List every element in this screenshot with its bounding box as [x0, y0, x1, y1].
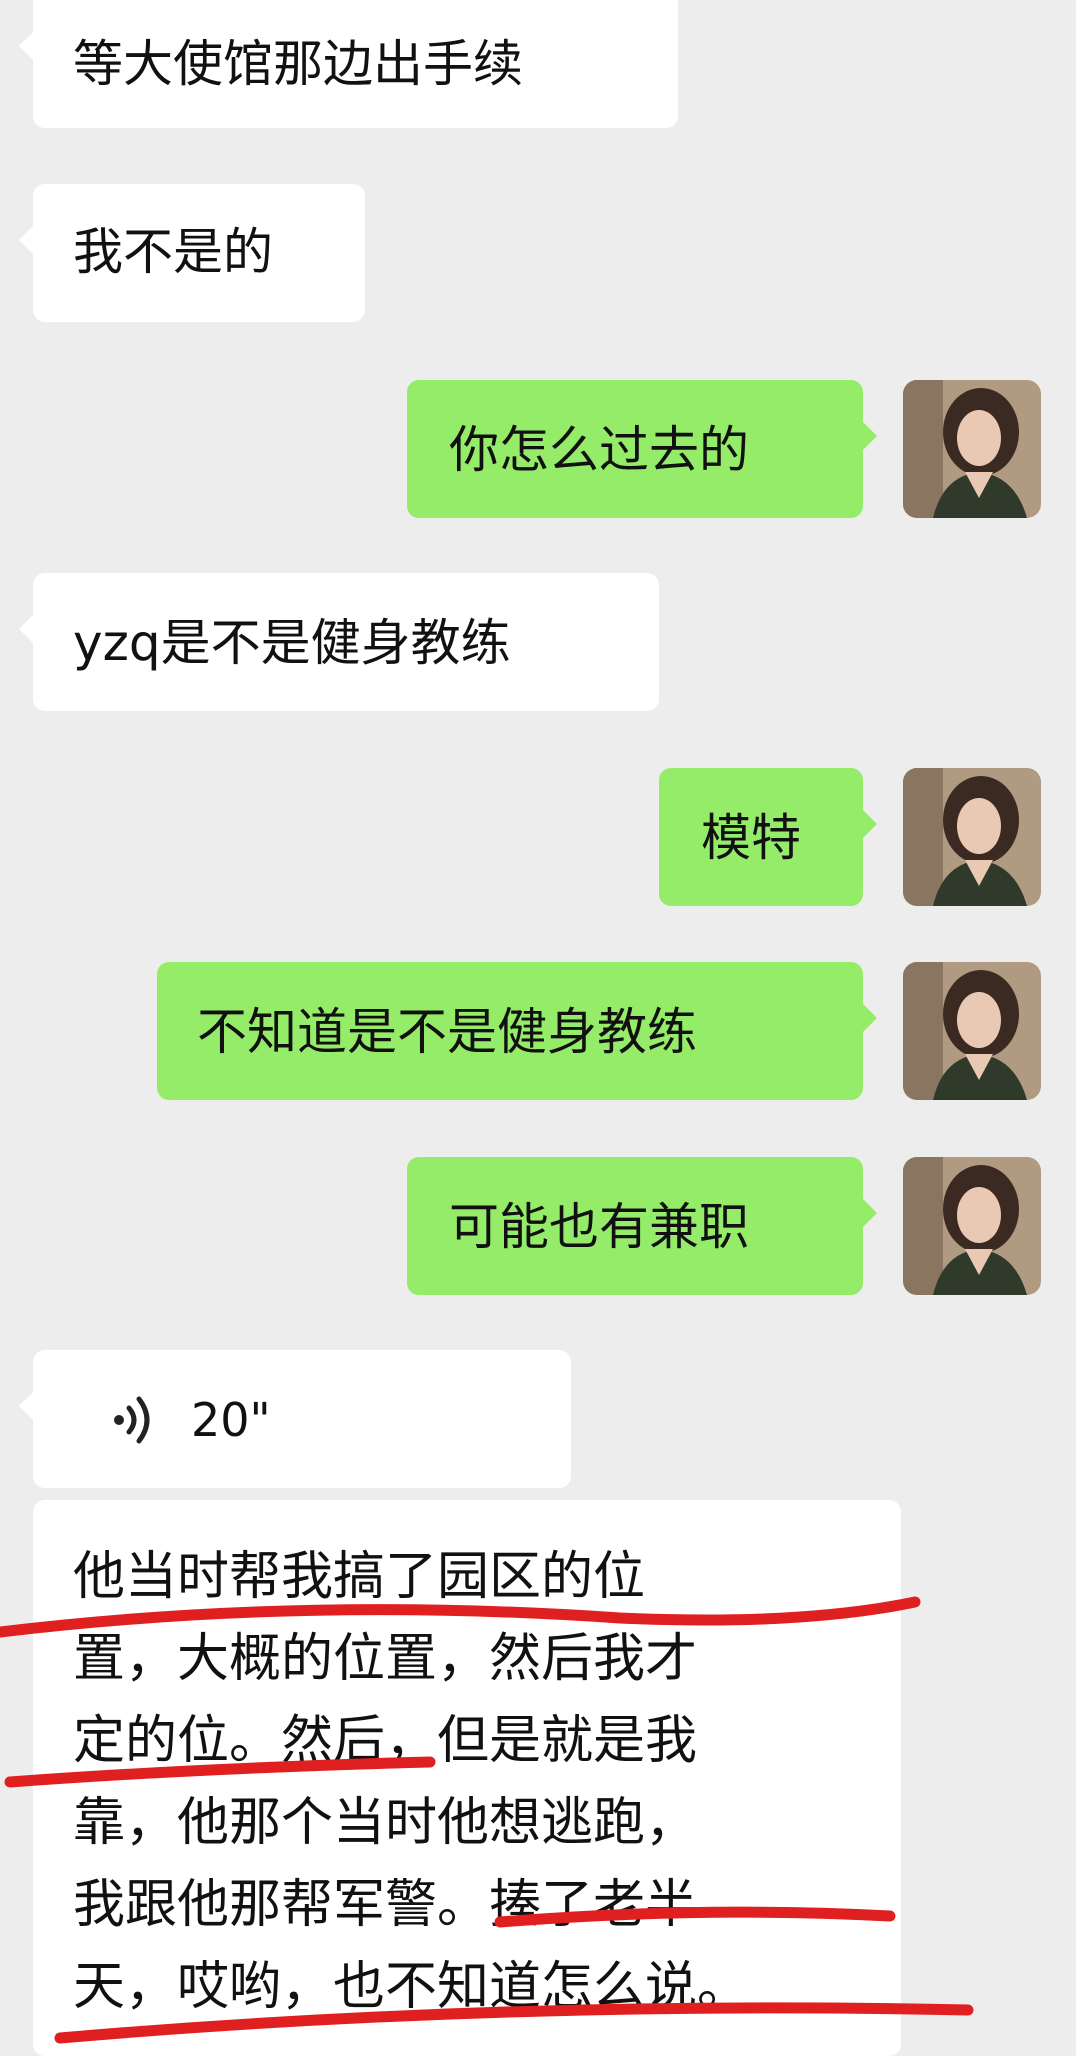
avatar-image — [903, 768, 1041, 906]
message-bubble-received[interactable]: yzq是不是健身教练 — [19, 573, 659, 711]
avatar-image — [903, 1157, 1041, 1295]
avatar[interactable] — [903, 962, 1041, 1100]
message-bubble-received[interactable]: 我不是的 — [19, 184, 365, 322]
avatar[interactable] — [903, 768, 1041, 906]
transcript-line: 置，大概的位置，然后我才 — [73, 1629, 698, 1689]
message-text: 模特 — [701, 809, 801, 867]
message-bubble-sent[interactable]: 模特 — [659, 768, 877, 906]
avatar-image — [903, 380, 1041, 518]
message-text: yzq是不是健身教练 — [73, 614, 511, 672]
avatar-image — [903, 962, 1041, 1100]
avatar[interactable] — [903, 380, 1041, 518]
avatar[interactable] — [903, 1157, 1041, 1295]
message-bubble-sent[interactable]: 不知道是不是健身教练 — [157, 962, 877, 1100]
message-bubble-received[interactable]: 等大使馆那边出手续 — [19, 0, 678, 128]
message-bubble-sent[interactable]: 可能也有兼职 — [407, 1157, 877, 1295]
message-text: 可能也有兼职 — [449, 1198, 749, 1256]
voice-duration: 20" — [191, 1393, 271, 1447]
transcript-line: 靠，他那个当时他想逃跑， — [73, 1793, 698, 1853]
message-text: 不知道是不是健身教练 — [197, 1003, 697, 1061]
voice-wave-icon — [114, 1396, 150, 1444]
voice-message[interactable]: 20" — [19, 1350, 571, 1488]
voice-transcript: 他当时帮我搞了园区的位 置，大概的位置，然后我才 定的位。然后，但是就是我 靠，… — [33, 1500, 901, 2056]
message-bubble-sent[interactable]: 你怎么过去的 — [407, 380, 877, 518]
message-text: 我不是的 — [73, 223, 273, 281]
transcript-line: 他当时帮我搞了园区的位 — [73, 1547, 646, 1607]
message-text: 等大使馆那边出手续 — [73, 35, 523, 93]
message-text: 你怎么过去的 — [449, 421, 749, 479]
transcript-line: 定的位。然后，但是就是我 — [73, 1711, 698, 1771]
transcript-line: 天，哎哟，也不知道怎么说。 — [73, 1957, 750, 2017]
transcript-line: 我跟他那帮军警。揍了老半 — [73, 1875, 698, 1935]
